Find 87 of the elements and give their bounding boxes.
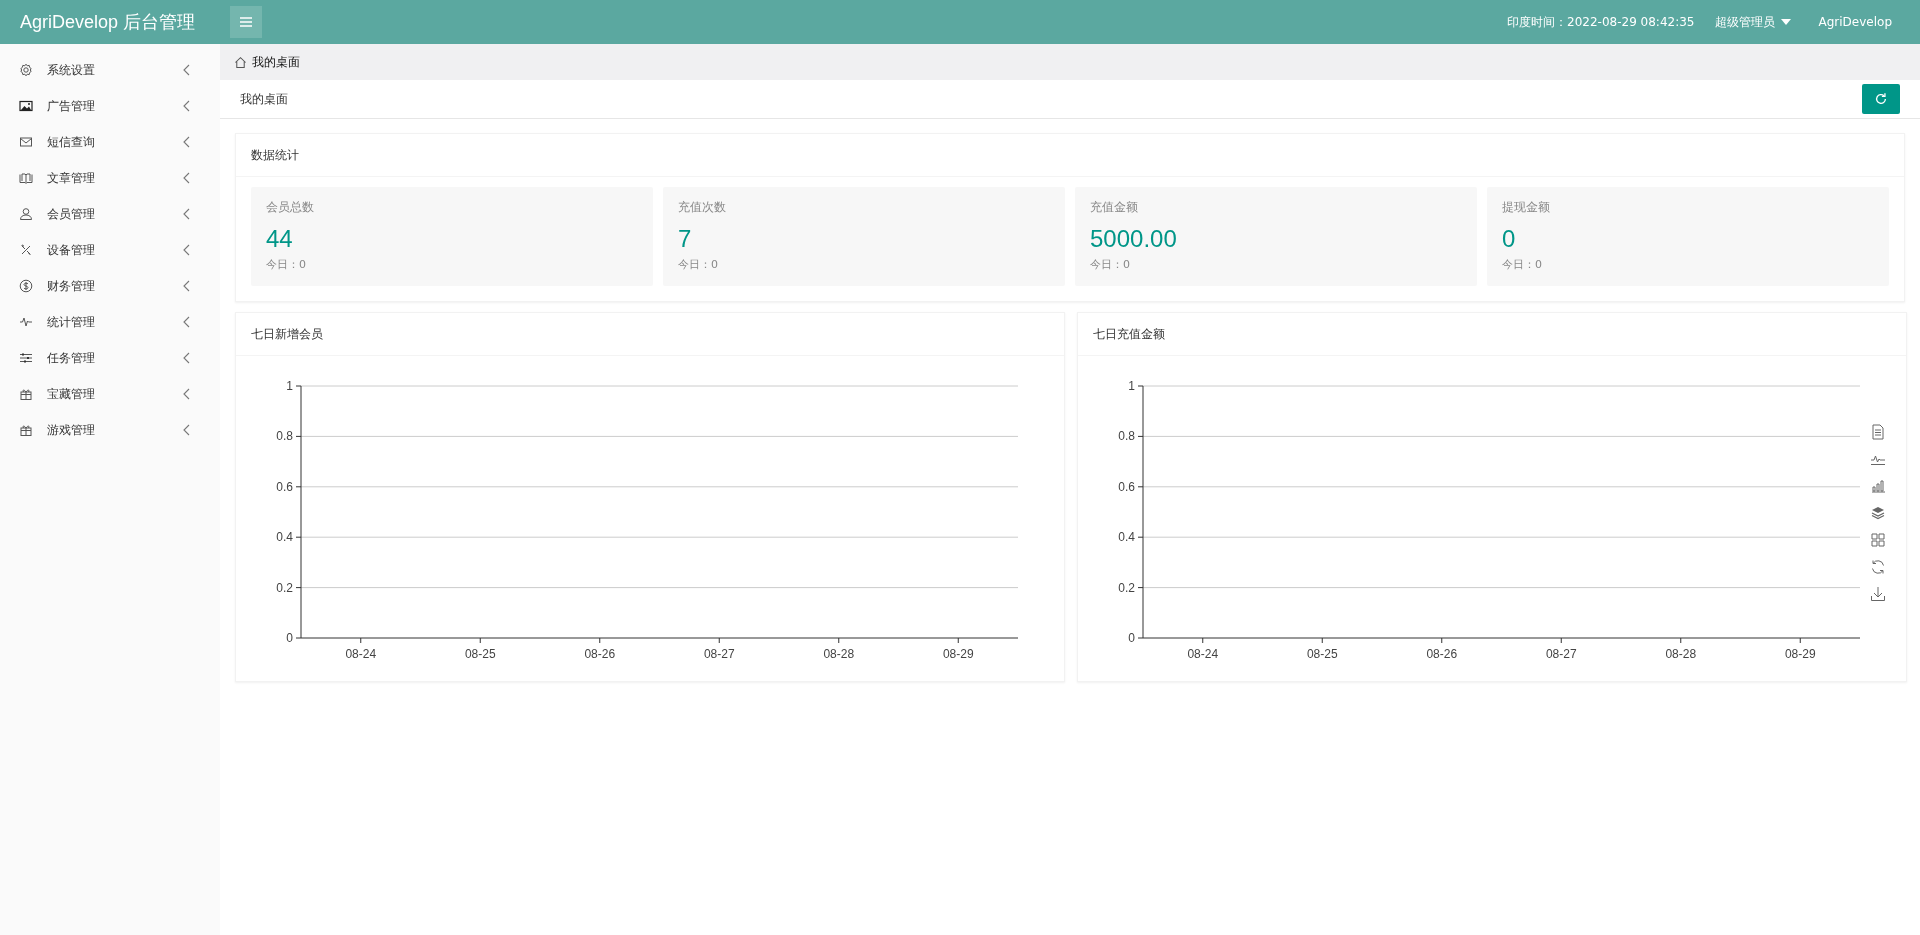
- chevron-left-icon: [182, 136, 190, 148]
- y-tick-label: 0.4: [1118, 530, 1135, 545]
- stat-today: 今日：0: [678, 257, 719, 272]
- y-tick-label: 0.6: [1118, 479, 1135, 494]
- chevron-left-icon: [182, 316, 190, 328]
- dollar-icon: [19, 279, 33, 293]
- gift-icon: [19, 387, 33, 401]
- chevron-left-icon: [182, 172, 190, 184]
- y-tick-label: 0.6: [276, 479, 293, 494]
- x-tick-label: 08-27: [703, 647, 735, 661]
- x-tick-label: 08-29: [1784, 647, 1816, 661]
- x-tick-label: 08-24: [345, 647, 377, 661]
- y-tick-label: 1: [1128, 379, 1135, 393]
- envelope-icon: [19, 135, 33, 149]
- stat-label: 会员总数: [266, 199, 315, 216]
- caret-icon: [1780, 19, 1791, 25]
- card-title: 数据统计: [251, 146, 299, 164]
- server-time: 印度时间：2022-08-29 08:42:35: [1507, 13, 1695, 31]
- sliders-icon: [19, 351, 33, 365]
- stat-label: 充值金额: [1090, 199, 1139, 216]
- chevron-left-icon: [182, 208, 190, 220]
- sidebar-item[interactable]: 宝藏管理: [0, 376, 220, 412]
- sidebar-item[interactable]: 财务管理: [0, 268, 220, 304]
- refresh-button[interactable]: [1862, 84, 1900, 114]
- y-tick-label: 0: [1128, 631, 1135, 645]
- x-tick-label: 08-28: [1665, 647, 1697, 661]
- sidebar-item[interactable]: 统计管理: [0, 304, 220, 340]
- stat-today: 今日：0: [1502, 257, 1543, 272]
- stat-today: 今日：0: [1090, 257, 1131, 272]
- y-tick-label: 0: [286, 631, 293, 645]
- card-title: 七日充值金额: [1093, 325, 1165, 343]
- restore-icon[interactable]: [1870, 559, 1886, 575]
- grid-icon[interactable]: [1870, 532, 1886, 548]
- tools-icon: [19, 243, 33, 257]
- x-tick-label: 08-26: [1426, 647, 1458, 661]
- x-tick-label: 08-28: [823, 647, 855, 661]
- stat-today: 今日：0: [266, 257, 307, 272]
- card-title: 七日新增会员: [251, 325, 323, 343]
- sidebar-item[interactable]: 系统设置: [0, 52, 220, 88]
- y-tick-label: 0.2: [1118, 580, 1135, 595]
- image-icon: [19, 99, 33, 113]
- chevron-left-icon: [182, 280, 190, 292]
- stat-label: 充值次数: [678, 199, 727, 216]
- stat-value: 0: [1502, 225, 1517, 253]
- chevron-left-icon: [182, 424, 190, 436]
- x-tick-label: 08-26: [584, 647, 616, 661]
- menu-icon: [239, 16, 253, 28]
- app-title: AgriDevelop 后台管理: [19, 11, 197, 34]
- refresh-icon: [1874, 92, 1888, 106]
- sidebar-item[interactable]: 游戏管理: [0, 412, 220, 448]
- book-icon: [19, 171, 33, 185]
- sidebar-item[interactable]: 文章管理: [0, 160, 220, 196]
- download-icon[interactable]: [1870, 586, 1886, 602]
- data-view-icon[interactable]: [1870, 424, 1886, 440]
- stack-icon[interactable]: [1870, 505, 1886, 521]
- chevron-left-icon: [182, 388, 190, 400]
- chevron-left-icon: [182, 64, 190, 76]
- sidebar-item[interactable]: 设备管理: [0, 232, 220, 268]
- page-title: 我的桌面: [240, 90, 288, 108]
- sidebar-item[interactable]: 会员管理: [0, 196, 220, 232]
- y-tick-label: 1: [286, 379, 293, 393]
- y-tick-label: 0.8: [1118, 429, 1135, 444]
- y-tick-label: 0.2: [276, 580, 293, 595]
- y-tick-label: 0.8: [276, 429, 293, 444]
- stat-value: 44: [266, 225, 294, 253]
- x-tick-label: 08-25: [464, 647, 496, 661]
- user-icon: [19, 207, 33, 221]
- home-icon: [234, 55, 247, 69]
- chevron-left-icon: [182, 100, 190, 112]
- sidebar-item[interactable]: 短信查询: [0, 124, 220, 160]
- stat-label: 提现金额: [1502, 199, 1551, 216]
- stat-value: 7: [678, 225, 693, 253]
- chevron-left-icon: [182, 352, 190, 364]
- x-tick-label: 08-29: [942, 647, 974, 661]
- breadcrumb-link[interactable]: 我的桌面: [252, 53, 300, 71]
- x-tick-label: 08-27: [1545, 647, 1577, 661]
- y-tick-label: 0.4: [276, 530, 293, 545]
- x-tick-label: 08-24: [1187, 647, 1219, 661]
- gear-icon: [19, 63, 33, 77]
- x-tick-label: 08-25: [1306, 647, 1338, 661]
- gift-icon: [19, 423, 33, 437]
- sidebar-item[interactable]: 任务管理: [0, 340, 220, 376]
- sidebar-item[interactable]: 广告管理: [0, 88, 220, 124]
- stat-value: 5000.00: [1090, 225, 1178, 253]
- bar-chart-icon[interactable]: [1870, 478, 1886, 494]
- pulse-icon: [19, 315, 33, 329]
- chevron-left-icon: [182, 244, 190, 256]
